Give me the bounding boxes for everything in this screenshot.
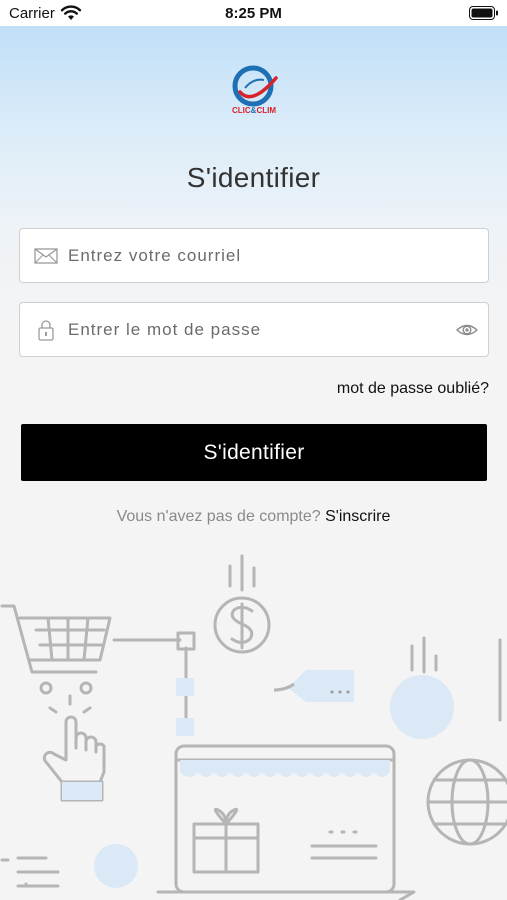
password-field[interactable] bbox=[19, 302, 489, 357]
ecommerce-illustration bbox=[0, 554, 507, 900]
page-title: S'identifier bbox=[186, 162, 321, 193]
forgot-password-link[interactable]: mot de passe oublié? bbox=[337, 380, 489, 398]
clock: 8:25 PM bbox=[225, 5, 282, 22]
envelope-icon bbox=[34, 248, 58, 264]
login-screen: Carrier 8:25 PM CLIC&CLIM S'identifier E… bbox=[0, 0, 507, 900]
email-field[interactable] bbox=[19, 228, 489, 283]
login-button[interactable]: S'identifier bbox=[21, 424, 487, 481]
signup-prompt: Vous n'avez pas de compte? S'inscrire bbox=[0, 508, 507, 526]
dollar-coin-icon bbox=[213, 554, 271, 654]
battery-icon bbox=[469, 6, 498, 20]
brand-wordmark: CLIC&CLIM bbox=[231, 106, 276, 115]
signup-link[interactable]: S'inscrire bbox=[325, 508, 390, 525]
email-input[interactable] bbox=[68, 229, 438, 282]
lock-icon bbox=[38, 320, 54, 341]
globe-icon bbox=[426, 758, 507, 846]
shopping-cart-icon bbox=[0, 604, 182, 695]
password-input[interactable] bbox=[68, 303, 438, 356]
eye-icon[interactable] bbox=[456, 319, 478, 341]
status-bar: Carrier 8:25 PM bbox=[0, 0, 507, 26]
signup-question: Vous n'avez pas de compte? bbox=[116, 508, 321, 525]
